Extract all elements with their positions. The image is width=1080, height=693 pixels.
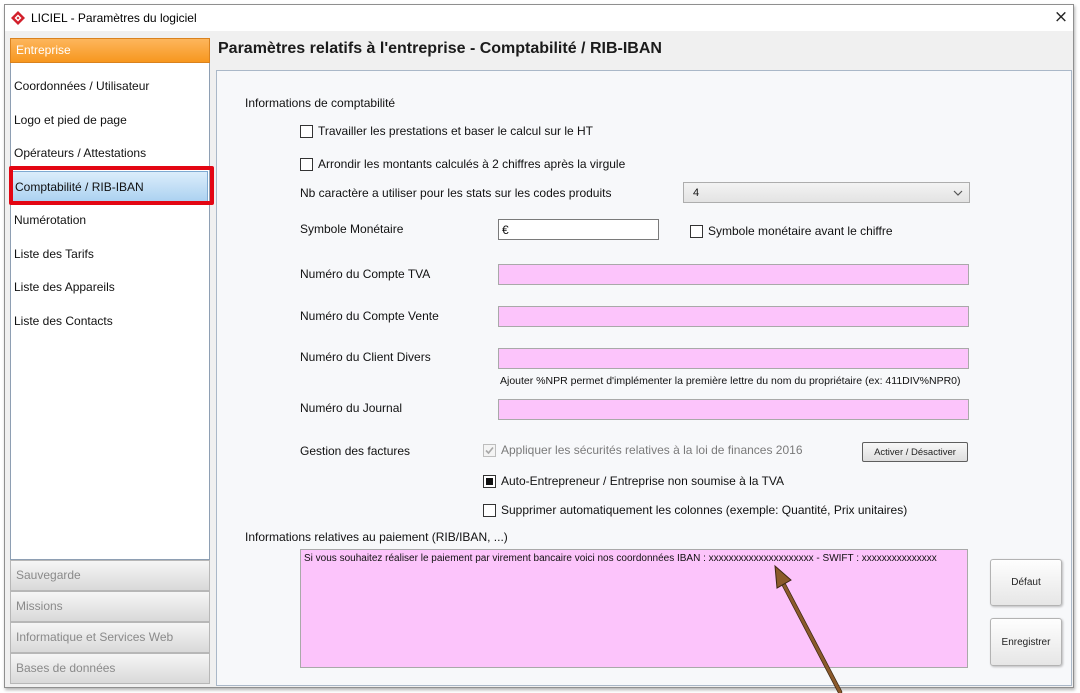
sales-account-label: Numéro du Compte Vente: [300, 309, 439, 323]
window-title: LICIEL - Paramètres du logiciel: [31, 11, 197, 25]
sidebar-header-entreprise[interactable]: Entreprise: [10, 38, 210, 63]
stats-chars-select[interactable]: 4: [683, 182, 970, 203]
currency-before-checkbox-box[interactable]: [690, 224, 703, 238]
currency-before-checkbox-label: Symbole monétaire avant le chiffre: [708, 224, 893, 238]
remove-columns-checkbox-label: Supprimer automatiquement les colonnes (…: [501, 503, 908, 517]
ht-checkbox-label: Travailler les prestations et baser le c…: [318, 124, 593, 138]
auto-entrepreneur-checkbox-box[interactable]: [483, 474, 496, 488]
payment-heading: Informations relatives au paiement (RIB/…: [245, 530, 508, 544]
currency-label: Symbole Monétaire: [300, 222, 404, 236]
default-button[interactable]: Défaut: [990, 559, 1062, 606]
misc-client-input[interactable]: [498, 348, 969, 369]
payment-info-textarea[interactable]: Si vous souhaitez réaliser le paiement p…: [300, 549, 968, 668]
sidebar-item-tarifs[interactable]: Liste des Tarifs: [11, 238, 209, 272]
vat-account-input[interactable]: [498, 264, 969, 285]
currency-before-checkbox[interactable]: Symbole monétaire avant le chiffre: [690, 224, 893, 238]
finance-law-checkbox: Appliquer les sécurités relatives à la l…: [483, 443, 803, 457]
finance-law-checkbox-box: [483, 443, 496, 457]
misc-client-hint: Ajouter %NPR permet d'implémenter la pre…: [500, 375, 961, 387]
round-checkbox-label: Arrondir les montants calculés à 2 chiff…: [318, 157, 626, 171]
sidebar-section-bases-de-donnees[interactable]: Bases de données: [10, 653, 210, 684]
sidebar-list: Coordonnées / Utilisateur Logo et pied d…: [10, 63, 210, 560]
finance-law-checkbox-label: Appliquer les sécurités relatives à la l…: [501, 443, 803, 457]
liciel-logo-icon: [11, 11, 25, 25]
ht-checkbox-box[interactable]: [300, 124, 313, 138]
round-checkbox[interactable]: Arrondir les montants calculés à 2 chiff…: [300, 157, 625, 171]
misc-client-label: Numéro du Client Divers: [300, 350, 431, 364]
page-title: Paramètres relatifs à l'entreprise - Com…: [218, 40, 662, 57]
sidebar-section-missions[interactable]: Missions: [10, 591, 210, 622]
journal-input[interactable]: [498, 399, 969, 420]
sidebar-item-operateurs[interactable]: Opérateurs / Attestations: [11, 137, 209, 171]
close-icon: ×: [1053, 7, 1069, 27]
sidebar-section-informatique[interactable]: Informatique et Services Web: [10, 622, 210, 653]
accounting-heading: Informations de comptabilité: [245, 96, 396, 110]
sidebar-item-appareils[interactable]: Liste des Appareils: [11, 271, 209, 305]
vat-account-label: Numéro du Compte TVA: [300, 267, 431, 281]
save-button[interactable]: Enregistrer: [990, 618, 1062, 666]
auto-entrepreneur-checkbox[interactable]: Auto-Entrepreneur / Entreprise non soumi…: [483, 474, 784, 488]
sidebar-item-coordonnees[interactable]: Coordonnées / Utilisateur: [11, 70, 209, 104]
stats-chars-label: Nb caractère a utiliser pour les stats s…: [300, 186, 612, 200]
sidebar-item-logo[interactable]: Logo et pied de page: [11, 104, 209, 138]
sidebar-item-comptabilite[interactable]: Comptabilité / RIB-IBAN: [12, 170, 208, 204]
check-icon: [485, 446, 494, 454]
ht-checkbox[interactable]: Travailler les prestations et baser le c…: [300, 124, 593, 138]
chevron-down-icon: [953, 190, 963, 196]
sidebar-item-numerotation[interactable]: Numérotation: [11, 204, 209, 238]
remove-columns-checkbox-box[interactable]: [483, 503, 496, 517]
journal-label: Numéro du Journal: [300, 401, 403, 415]
sidebar-item-contacts[interactable]: Liste des Contacts: [11, 305, 209, 339]
remove-columns-checkbox[interactable]: Supprimer automatiquement les colonnes (…: [483, 503, 907, 517]
screen: LICIEL - Paramètres du logiciel × Entrep…: [0, 0, 1080, 693]
auto-entrepreneur-checkbox-label: Auto-Entrepreneur / Entreprise non soumi…: [501, 474, 785, 488]
sales-account-input[interactable]: [498, 306, 969, 327]
stats-chars-value: 4: [693, 187, 700, 199]
sidebar-section-sauvegarde[interactable]: Sauvegarde: [10, 560, 210, 591]
invoices-label: Gestion des factures: [300, 444, 411, 458]
currency-input[interactable]: [498, 219, 659, 240]
round-checkbox-box[interactable]: [300, 157, 313, 171]
toggle-finance-law-button[interactable]: Activer / Désactiver: [862, 442, 968, 462]
close-button[interactable]: ×: [1051, 7, 1071, 27]
